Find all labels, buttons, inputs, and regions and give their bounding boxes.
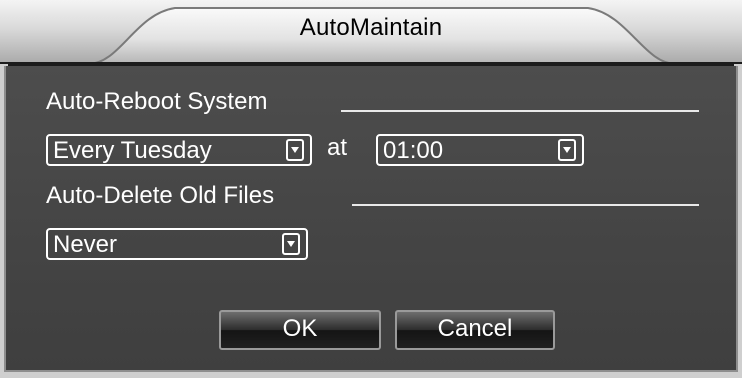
ok-button[interactable]: OK — [219, 310, 381, 350]
chevron-down-icon — [563, 147, 571, 153]
auto-delete-value: Never — [53, 231, 118, 258]
auto-delete-divider — [352, 204, 699, 206]
chevron-down-icon[interactable] — [286, 139, 304, 161]
cancel-button[interactable]: Cancel — [395, 310, 555, 350]
dialog-title: AutoMaintain — [299, 14, 443, 41]
chevron-down-icon[interactable] — [282, 233, 300, 255]
auto-reboot-label: Auto-Reboot System — [46, 88, 268, 115]
auto-reboot-divider — [341, 110, 699, 112]
at-label: at — [327, 134, 348, 161]
chevron-down-icon — [291, 147, 299, 153]
reboot-time-value: 01:00 — [383, 137, 444, 164]
chevron-down-icon — [287, 241, 295, 247]
title-bar: AutoMaintain — [0, 0, 742, 64]
reboot-schedule-select[interactable]: Every Tuesday — [46, 134, 312, 166]
chevron-down-icon[interactable] — [558, 139, 576, 161]
auto-maintain-dialog: AutoMaintain Auto-Reboot System Every Tu… — [0, 0, 742, 378]
reboot-schedule-value: Every Tuesday — [53, 137, 212, 164]
auto-delete-select[interactable]: Never — [46, 228, 308, 260]
reboot-time-select[interactable]: 01:00 — [376, 134, 584, 166]
auto-delete-label: Auto-Delete Old Files — [46, 182, 275, 209]
